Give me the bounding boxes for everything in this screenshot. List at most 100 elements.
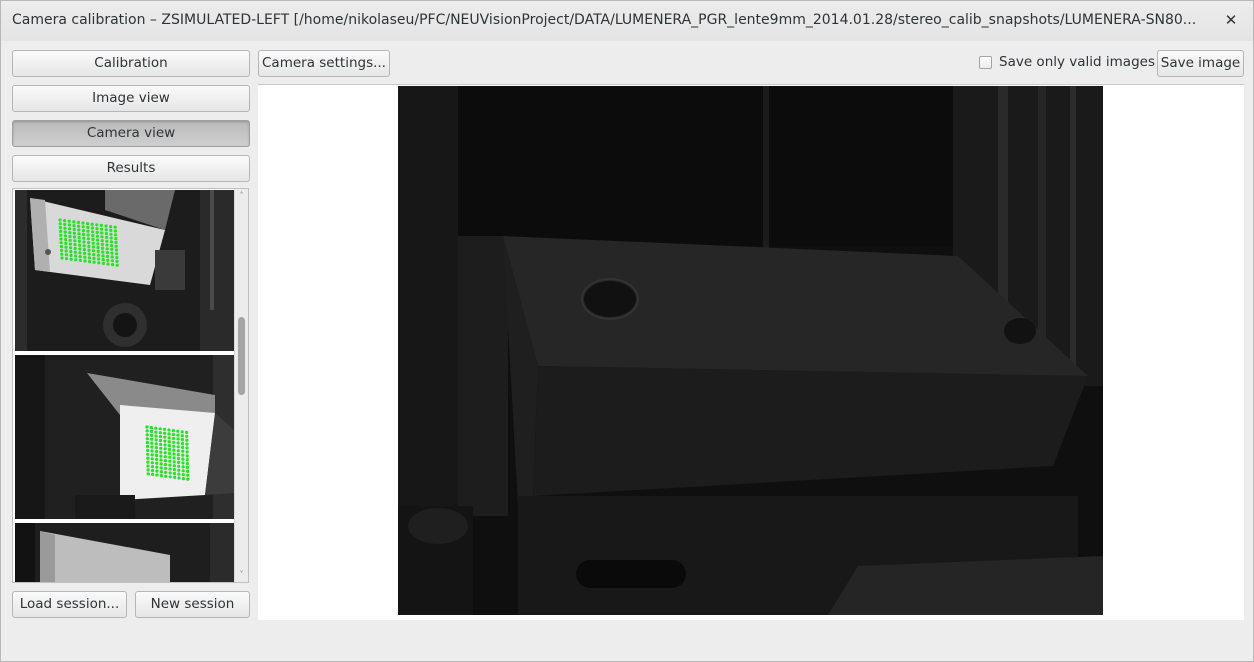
- image-view-button[interactable]: Image view: [12, 85, 250, 112]
- close-icon[interactable]: ✕: [1221, 10, 1241, 30]
- detected-point: [68, 238, 72, 242]
- detected-point: [86, 229, 90, 233]
- detected-point: [82, 244, 86, 248]
- detected-point: [63, 234, 67, 238]
- detected-point: [155, 461, 159, 465]
- detected-point: [150, 445, 154, 449]
- window-title: Camera calibration – ZSIMULATED-LEFT [/h…: [12, 12, 1197, 28]
- detected-point: [91, 237, 95, 241]
- detected-point: [72, 227, 76, 231]
- detected-point: [114, 240, 118, 244]
- detected-point: [92, 253, 96, 257]
- detected-point: [180, 434, 184, 438]
- save-image-button[interactable]: Save image: [1157, 50, 1244, 77]
- results-button[interactable]: Results: [12, 155, 250, 182]
- detected-point: [95, 234, 99, 238]
- detected-point: [77, 228, 81, 232]
- detected-point: [151, 472, 155, 476]
- detected-point: [100, 235, 104, 239]
- detected-point: [185, 430, 189, 434]
- save-valid-images-checkbox[interactable]: [979, 56, 992, 69]
- load-session-button[interactable]: Load session...: [12, 591, 127, 618]
- scrollbar-handle[interactable]: [238, 317, 245, 395]
- detected-point: [159, 470, 163, 474]
- snapshot-thumbnail[interactable]: [15, 190, 234, 351]
- detected-point: [146, 452, 150, 456]
- detected-point: [101, 250, 105, 254]
- detected-point: [82, 248, 86, 252]
- snapshot-thumbnail[interactable]: [15, 355, 234, 519]
- detected-point: [114, 237, 118, 241]
- detected-point: [185, 446, 189, 450]
- detected-point: [172, 448, 176, 452]
- detected-point: [59, 233, 63, 237]
- detected-point: [114, 248, 118, 252]
- detected-point: [168, 467, 172, 471]
- scroll-down-icon[interactable]: ˅: [235, 569, 248, 581]
- detected-point: [97, 261, 101, 265]
- snapshot-thumbnail[interactable]: [15, 523, 234, 582]
- detected-point: [177, 476, 181, 480]
- detected-point: [150, 441, 154, 445]
- detected-point: [150, 437, 154, 441]
- scroll-up-icon[interactable]: ˄: [235, 190, 248, 202]
- detected-point: [180, 438, 184, 442]
- detected-point: [92, 249, 96, 253]
- camera-view-button[interactable]: Camera view: [12, 120, 250, 147]
- detected-point: [95, 223, 99, 227]
- calibration-button[interactable]: Calibration: [12, 50, 250, 77]
- detected-point: [172, 452, 176, 456]
- title-bar: Camera calibration – ZSIMULATED-LEFT [/h…: [1, 1, 1253, 41]
- detected-point: [58, 218, 62, 222]
- detected-point: [159, 474, 163, 478]
- detected-point: [185, 450, 189, 454]
- detected-point: [110, 251, 114, 255]
- detected-point: [68, 242, 72, 246]
- detected-point: [146, 460, 150, 464]
- detected-point: [105, 247, 109, 251]
- detected-point: [155, 473, 159, 477]
- detected-point: [104, 232, 108, 236]
- detected-point: [145, 437, 149, 441]
- detected-point: [181, 473, 185, 477]
- detected-point: [172, 464, 176, 468]
- detected-point: [149, 426, 153, 430]
- detected-point: [74, 258, 78, 262]
- detected-point: [115, 259, 119, 263]
- detected-point: [105, 239, 109, 243]
- detected-point: [172, 456, 176, 460]
- detected-point: [159, 446, 163, 450]
- camera-settings-button[interactable]: Camera settings...: [258, 50, 390, 77]
- snapshot-thumbnail-image: [15, 190, 234, 351]
- detected-point: [186, 477, 190, 481]
- detected-point: [81, 221, 85, 225]
- detected-point: [163, 455, 167, 459]
- detected-point: [82, 236, 86, 240]
- detected-point: [101, 258, 105, 262]
- detected-point: [100, 239, 104, 243]
- detected-point: [97, 257, 101, 261]
- detected-point: [176, 453, 180, 457]
- detected-point: [63, 230, 67, 234]
- new-session-button[interactable]: New session: [135, 591, 250, 618]
- detected-point: [68, 234, 72, 238]
- detected-point: [164, 470, 168, 474]
- detected-point: [163, 431, 167, 435]
- detected-point: [150, 449, 154, 453]
- detected-point: [78, 258, 82, 262]
- detected-point: [64, 238, 68, 242]
- detected-point: [78, 251, 82, 255]
- detected-point: [69, 246, 73, 250]
- detected-point: [73, 243, 77, 247]
- detected-point: [115, 263, 119, 267]
- detected-point: [106, 258, 110, 262]
- thumbnail-scrollbar[interactable]: ˄ ˅: [234, 189, 248, 582]
- detected-point: [185, 465, 190, 470]
- detected-point: [82, 232, 86, 236]
- detected-point: [167, 428, 171, 432]
- snapshot-thumbnail-list[interactable]: ˄ ˅: [12, 188, 249, 583]
- detected-point: [159, 454, 163, 458]
- detected-point: [163, 451, 167, 455]
- detected-point: [86, 237, 90, 241]
- detected-point: [167, 436, 171, 440]
